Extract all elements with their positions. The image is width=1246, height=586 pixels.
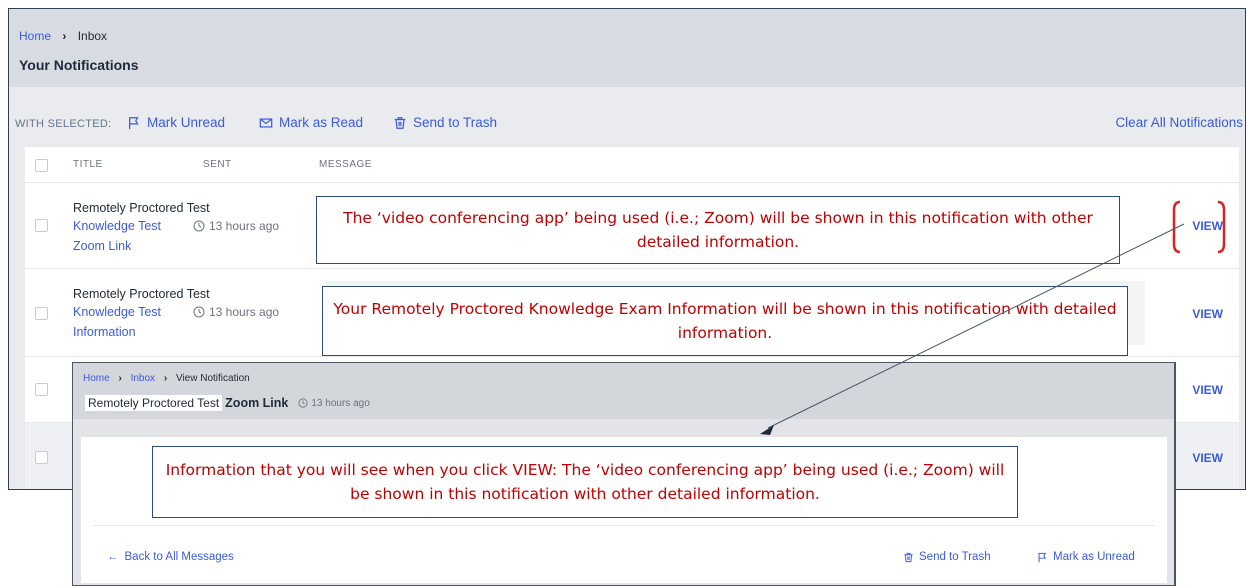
clock-icon xyxy=(193,220,205,232)
detail-mark-as-unread-label: Mark as Unread xyxy=(1053,551,1135,563)
row-title-line3[interactable]: Information xyxy=(73,325,136,339)
clock-icon xyxy=(193,306,205,318)
row-title-line2[interactable]: Knowledge Test xyxy=(73,305,161,319)
select-all-checkbox[interactable] xyxy=(35,159,48,172)
view-button[interactable]: VIEW xyxy=(1192,383,1223,397)
send-to-trash-label: Send to Trash xyxy=(413,115,498,130)
mark-as-read-label: Mark as Read xyxy=(279,115,364,130)
clock-icon xyxy=(298,398,308,408)
detail-header: Home › Inbox › View Notification Remotel… xyxy=(73,363,1174,419)
breadcrumb-current: Inbox xyxy=(77,29,108,43)
row-checkbox[interactable] xyxy=(35,383,48,396)
detail-time: 13 hours ago xyxy=(298,397,370,409)
column-title: TITLE xyxy=(73,159,103,170)
mark-as-read-button[interactable]: Mark as Read xyxy=(259,115,363,130)
column-sent: SENT xyxy=(203,159,232,170)
zoom-link-callout: The ‘video conferencing app’ being used … xyxy=(316,196,1120,264)
detail-subject: Zoom Link xyxy=(225,396,289,410)
bulk-actions-toolbar: WITH SELECTED: Mark Unread Mark as Read … xyxy=(9,113,1245,137)
send-to-trash-button[interactable]: Send to Trash xyxy=(393,115,497,130)
view-info-callout: Information that you will see when you c… xyxy=(152,446,1018,518)
row-title-line2[interactable]: Knowledge Test xyxy=(73,219,161,233)
detail-subject-prefix: Remotely Proctored Test xyxy=(85,395,223,411)
detail-mark-as-unread-button[interactable]: Mark as Unread xyxy=(1037,551,1135,563)
back-to-all-messages-link[interactable]: ← Back to All Messages xyxy=(107,551,234,563)
row-sent-time: 13 hours ago xyxy=(209,305,280,319)
divider xyxy=(93,525,1155,526)
row-title-line1: Remotely Proctored Test xyxy=(73,287,210,301)
breadcrumb-separator: › xyxy=(163,373,168,384)
clear-all-notifications-link[interactable]: Clear All Notifications xyxy=(1115,115,1243,130)
detail-breadcrumb: Home › Inbox › View Notification xyxy=(83,373,250,384)
row-title-line1: Remotely Proctored Test xyxy=(73,201,210,215)
row-sent: 13 hours ago xyxy=(193,219,279,233)
breadcrumb: Home › Inbox xyxy=(19,29,107,43)
detail-breadcrumb-current: View Notification xyxy=(175,373,250,384)
view-button[interactable]: VIEW xyxy=(1192,219,1223,233)
table-header: TITLE SENT MESSAGE xyxy=(25,147,1239,183)
exam-info-callout: Your Remotely Proctored Knowledge Exam I… xyxy=(322,286,1128,356)
row-sent: 13 hours ago xyxy=(193,305,279,319)
breadcrumb-home[interactable]: Home xyxy=(19,29,51,43)
flag-icon xyxy=(129,116,139,129)
column-message: MESSAGE xyxy=(319,159,372,170)
row-checkbox[interactable] xyxy=(35,307,48,320)
row-checkbox[interactable] xyxy=(35,219,48,232)
detail-time-text: 13 hours ago xyxy=(311,397,370,409)
mark-unread-button[interactable]: Mark Unread xyxy=(127,115,225,130)
row-sent-time: 13 hours ago xyxy=(209,219,280,233)
trash-icon xyxy=(904,552,913,562)
detail-title: Remotely Proctored Test Zoom Link 13 hou… xyxy=(85,395,370,411)
back-label: Back to All Messages xyxy=(124,551,234,563)
flag-icon xyxy=(1038,552,1047,562)
breadcrumb-separator: › xyxy=(118,373,122,384)
page-title: Your Notifications xyxy=(19,57,139,73)
page-header: Home › Inbox Your Notifications xyxy=(9,9,1245,87)
envelope-icon xyxy=(259,117,273,128)
with-selected-label: WITH SELECTED: xyxy=(15,118,112,130)
view-button[interactable]: VIEW xyxy=(1192,307,1223,321)
detail-breadcrumb-home[interactable]: Home xyxy=(83,373,110,384)
arrow-left-icon: ← xyxy=(107,551,119,563)
row-title-line3[interactable]: Zoom Link xyxy=(73,239,131,253)
view-button[interactable]: VIEW xyxy=(1192,451,1223,465)
detail-breadcrumb-inbox[interactable]: Inbox xyxy=(131,373,155,384)
detail-send-to-trash-label: Send to Trash xyxy=(919,551,991,563)
mark-unread-label: Mark Unread xyxy=(147,115,226,130)
breadcrumb-separator: › xyxy=(62,29,67,43)
detail-send-to-trash-button[interactable]: Send to Trash xyxy=(903,551,991,563)
row-checkbox[interactable] xyxy=(35,451,48,464)
trash-icon xyxy=(394,116,406,129)
